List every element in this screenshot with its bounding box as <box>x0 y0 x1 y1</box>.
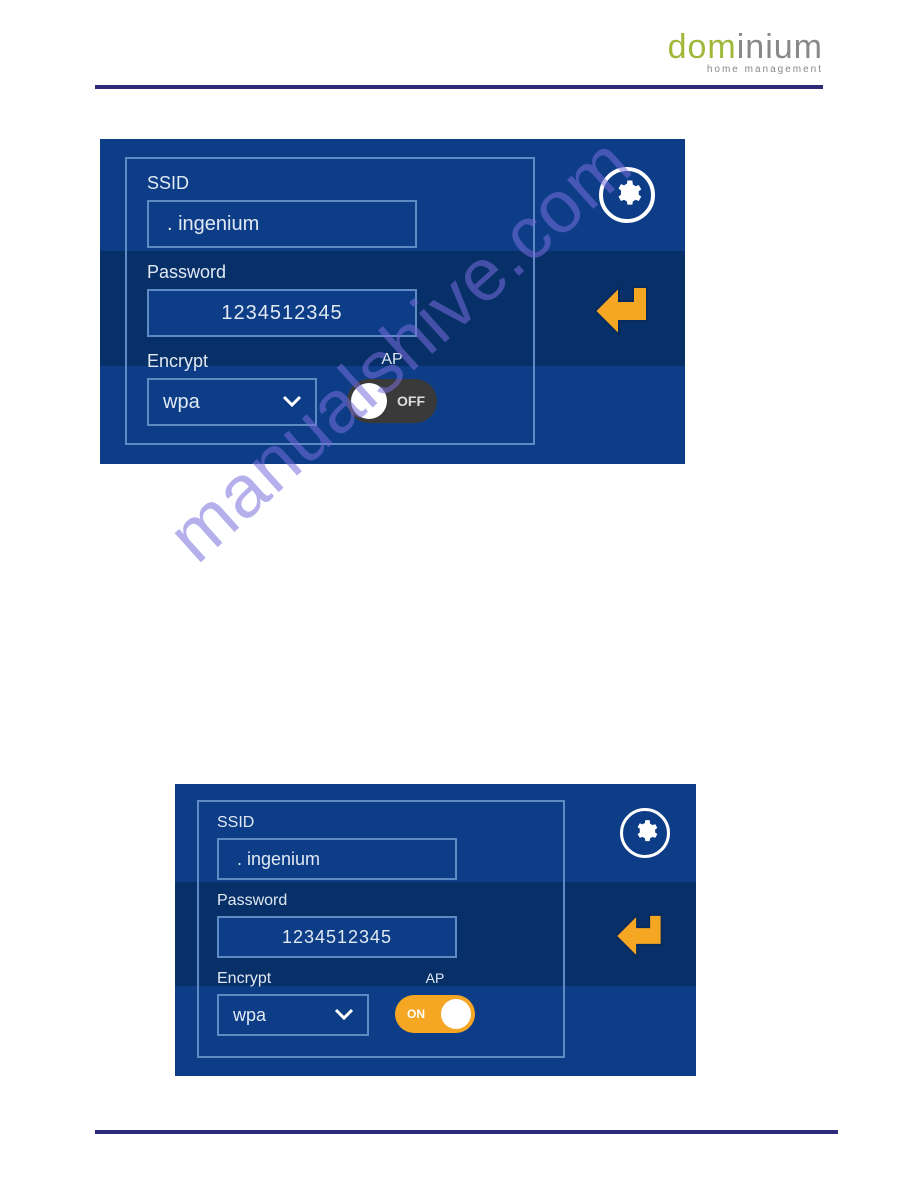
toggle-knob <box>351 383 387 419</box>
logo-text-part1: dom <box>668 28 737 66</box>
password-input[interactable]: 1234512345 <box>217 916 457 958</box>
header-divider <box>95 85 823 89</box>
password-value: 1234512345 <box>221 302 342 325</box>
toggle-state-text: OFF <box>397 393 425 409</box>
ssid-input[interactable]: . ingenium <box>147 200 417 248</box>
page-header: dominium home management <box>95 30 823 83</box>
toggle-state-text: ON <box>407 1007 425 1021</box>
password-label: Password <box>217 892 545 910</box>
back-arrow-icon <box>591 330 663 347</box>
ssid-label: SSID <box>147 173 513 194</box>
ssid-value: . ingenium <box>237 849 320 870</box>
password-label: Password <box>147 262 513 283</box>
encrypt-label: Encrypt <box>217 970 369 988</box>
ssid-input[interactable]: . ingenium <box>217 838 457 880</box>
encrypt-value: wpa <box>163 391 200 414</box>
wifi-config-panel-on: SSID . ingenium Password 1234512345 Encr… <box>175 784 696 1076</box>
settings-button[interactable] <box>620 808 670 858</box>
wifi-form: SSID . ingenium Password 1234512345 Encr… <box>197 800 565 1058</box>
gear-icon <box>632 818 658 849</box>
wifi-config-panel-off: SSID . ingenium Password 1234512345 Encr… <box>100 139 685 464</box>
brand-logo: dominium home management <box>668 30 823 75</box>
chevron-down-icon <box>281 391 303 414</box>
ap-label: AP <box>381 351 402 369</box>
logo-text-part2: inium <box>737 28 823 66</box>
toggle-knob <box>441 999 471 1029</box>
ap-toggle[interactable]: OFF <box>347 379 437 423</box>
wifi-form: SSID . ingenium Password 1234512345 Encr… <box>125 157 535 445</box>
back-arrow-icon <box>612 951 676 968</box>
footer-divider <box>95 1130 838 1134</box>
chevron-down-icon <box>333 1005 355 1026</box>
encrypt-select[interactable]: wpa <box>217 994 369 1036</box>
ap-toggle[interactable]: ON <box>395 995 475 1033</box>
password-value: 1234512345 <box>282 927 392 948</box>
back-button[interactable] <box>591 279 663 348</box>
password-input[interactable]: 1234512345 <box>147 289 417 337</box>
encrypt-label: Encrypt <box>147 351 317 372</box>
ssid-value: . ingenium <box>167 213 259 236</box>
ap-label: AP <box>426 970 445 986</box>
back-button[interactable] <box>612 908 676 969</box>
settings-button[interactable] <box>599 167 655 223</box>
gear-icon <box>612 178 642 213</box>
encrypt-select[interactable]: wpa <box>147 378 317 426</box>
encrypt-value: wpa <box>233 1005 266 1026</box>
ssid-label: SSID <box>217 814 545 832</box>
